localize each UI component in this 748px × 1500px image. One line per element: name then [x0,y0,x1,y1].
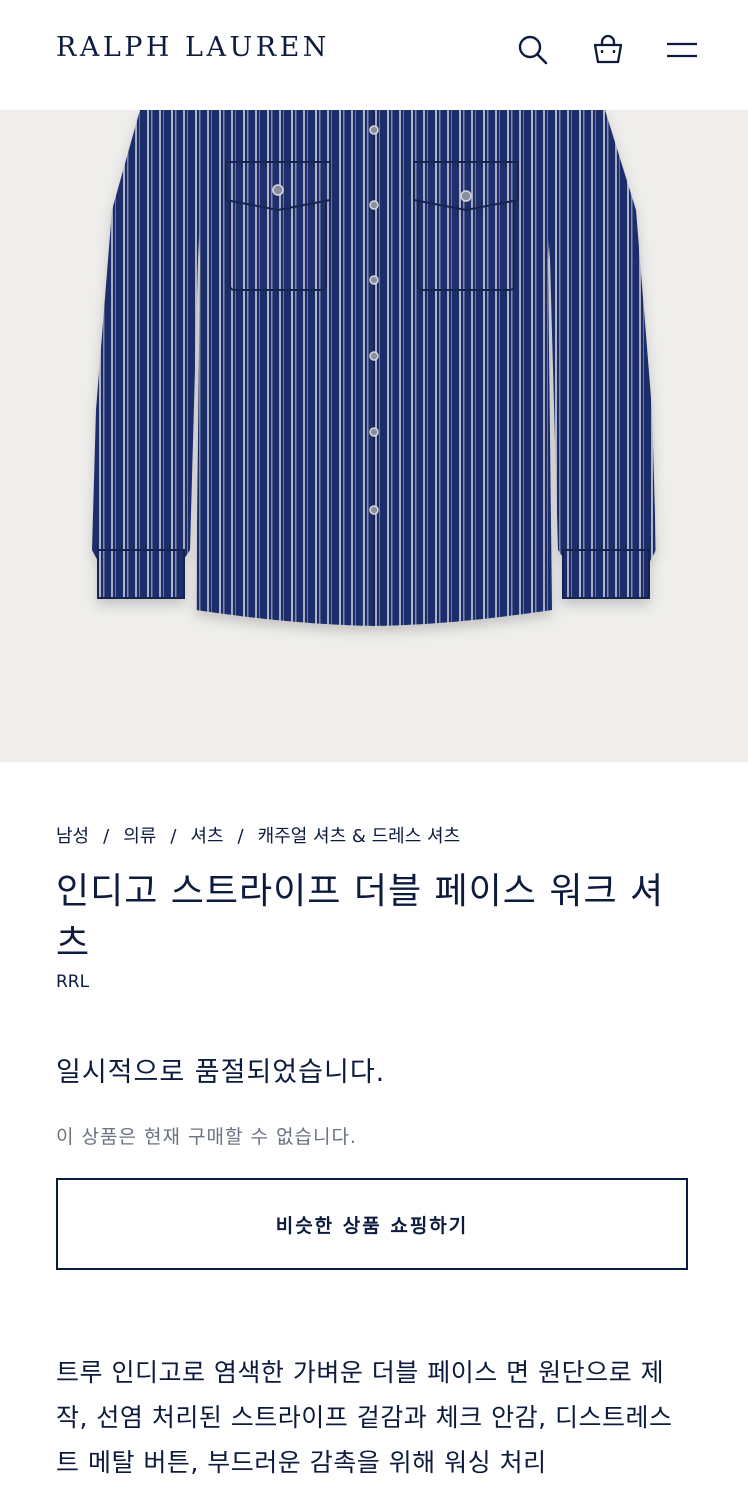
breadcrumb-item-shirts[interactable]: 셔츠 [190,822,223,848]
menu-icon[interactable] [664,32,700,68]
shirt-illustration [92,110,656,626]
shopping-bag-icon[interactable] [590,32,626,68]
product-title: 인디고 스트라이프 더블 페이스 워크 셔츠 [56,871,665,964]
out-of-stock-status: 일시적으로 품절되었습니다. [56,1057,386,1088]
breadcrumb-item-clothing[interactable]: 의류 [123,822,156,848]
search-icon[interactable] [515,32,551,68]
breadcrumb-item-casual-dress-shirts[interactable]: 캐주얼 셔츠 & 드레스 셔츠 [258,822,461,848]
out-of-stock-message: 이 상품은 현재 구매할 수 없습니다. [56,1126,357,1148]
breadcrumb-separator: / [237,826,244,847]
breadcrumb-separator: / [170,826,177,847]
product-description: 트루 인디고로 염색한 가벼운 더블 페이스 면 원단으로 제작, 선염 처리된… [56,1358,673,1477]
breadcrumb-item-men[interactable]: 남성 [56,822,89,848]
shop-similar-button[interactable]: 비슷한 상품 쇼핑하기 [56,1178,688,1270]
breadcrumb: 남성 / 의류 / 셔츠 / 캐주얼 셔츠 & 드레스 셔츠 [56,822,460,848]
site-header: RALPH LAUREN [0,0,748,110]
brand-logo[interactable]: RALPH LAUREN [56,32,330,63]
product-image[interactable] [0,110,748,762]
product-brand[interactable]: RRL [56,972,89,992]
breadcrumb-separator: / [103,826,110,847]
